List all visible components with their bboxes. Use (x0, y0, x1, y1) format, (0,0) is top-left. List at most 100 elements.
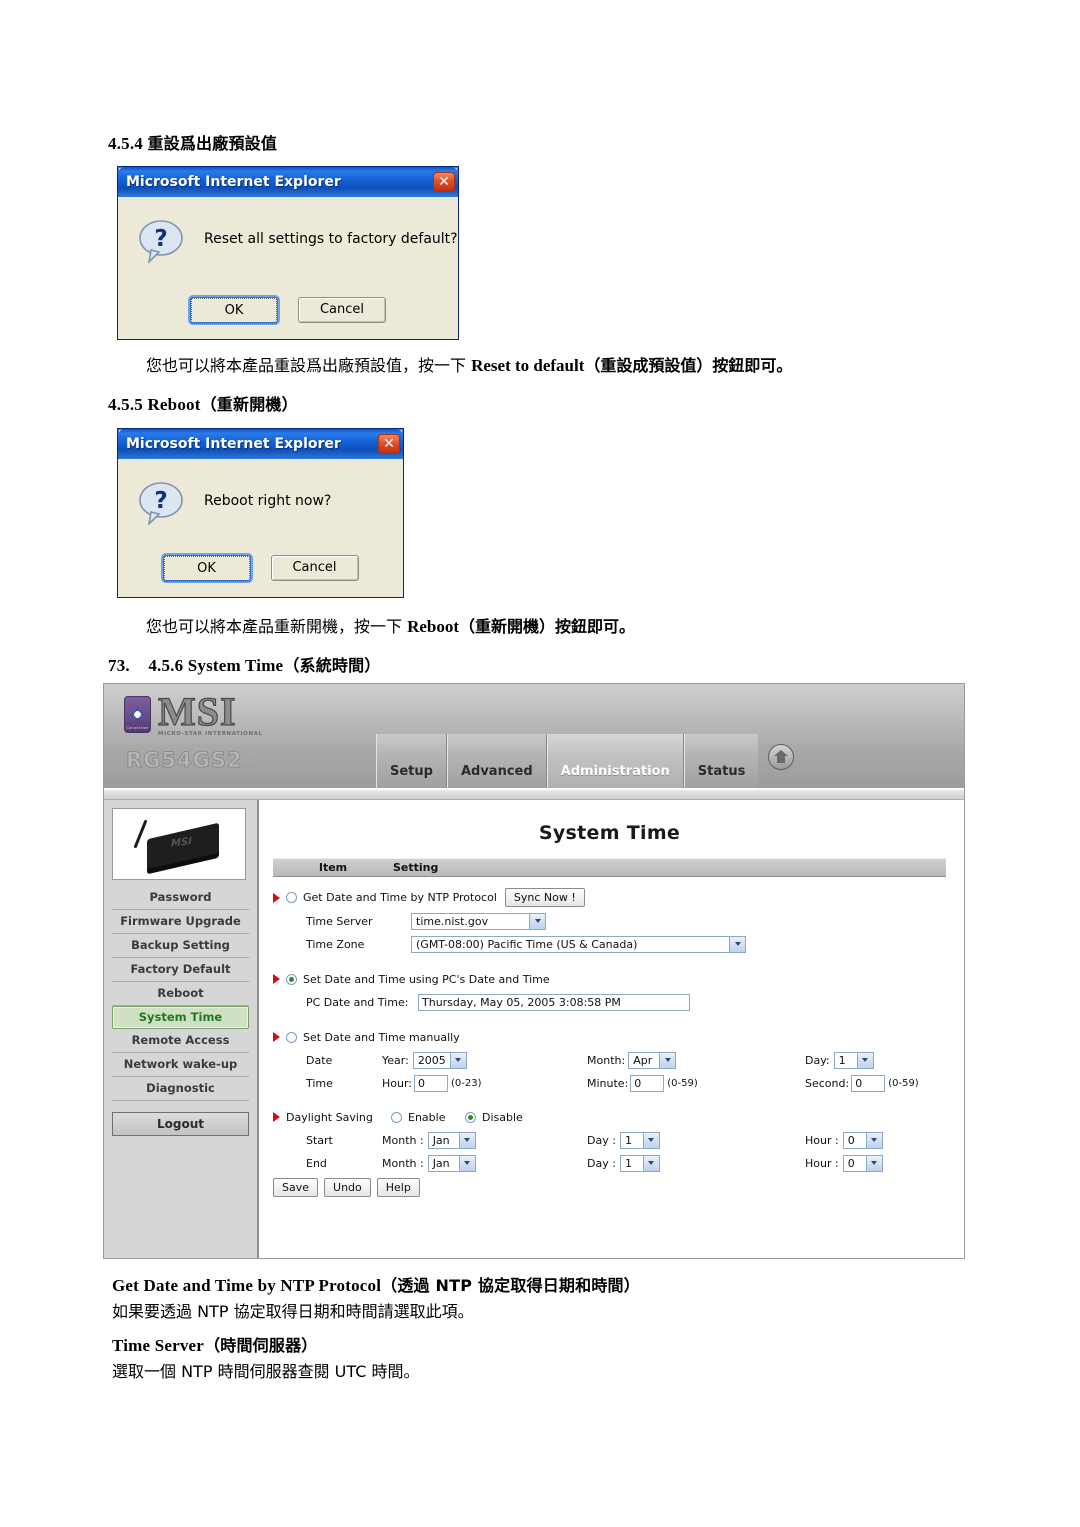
daylight-disable-group: Disable (465, 1111, 523, 1124)
time-server-select[interactable]: time.nist.gov (411, 912, 546, 930)
paragraph-4-5-4-lead: 您也可以將本產品重設爲出廠預設值，按一下 (146, 356, 472, 375)
dialog-title: Microsoft Internet Explorer (126, 174, 341, 190)
daylight-start-month-select[interactable]: Jan (427, 1131, 476, 1149)
sidebar-item-network-wake-up[interactable]: Network wake-up (112, 1053, 249, 1077)
help-button[interactable]: Help (376, 1178, 420, 1197)
time-server-label: Time Server (306, 914, 373, 928)
manual-radio[interactable] (286, 1031, 297, 1043)
pc-time-option-row: Set Date and Time using PC's Date and Ti… (273, 970, 946, 988)
daylight-end-hour-label: Hour : (805, 1156, 839, 1170)
daylight-end-hour-value: 0 (847, 1156, 855, 1170)
manual-minute-label: Minute: (587, 1076, 629, 1090)
sidebar-item-factory-default[interactable]: Factory Default (112, 958, 249, 982)
manual-time-section: Set Date and Time manually Date Year: 20… (273, 1028, 946, 1092)
heading-4-5-4: 4.5.4 重設爲出廠預設值 (108, 130, 277, 154)
cancel-button[interactable]: Cancel (270, 555, 359, 581)
sidebar-item-system-time[interactable]: System Time (112, 1006, 249, 1029)
dialog-titlebar: Microsoft Internet Explorer ✕ (118, 429, 403, 459)
close-icon[interactable]: ✕ (378, 434, 400, 454)
daylight-start-day-select[interactable]: 1 (619, 1131, 660, 1149)
desc-body-time-server-text: 選取一個 NTP 時間伺服器查閱 UTC 時間。 (112, 1362, 420, 1381)
undo-button[interactable]: Undo (324, 1178, 371, 1197)
paragraph-4-5-5: 您也可以將本產品重新開機，按一下 Reboot（重新開機）按鈕即可。 (146, 613, 635, 637)
sidebar-item-reboot[interactable]: Reboot (112, 982, 249, 1006)
daylight-saving-section: Daylight Saving Enable Disable Start Mon… (273, 1108, 946, 1197)
manual-minute-input[interactable]: 0 (630, 1074, 665, 1092)
close-icon[interactable]: ✕ (433, 172, 455, 192)
manual-option-row: Set Date and Time manually (273, 1028, 946, 1046)
desc-heading-ntp-en: Get Date and Time by NTP Protocol (112, 1276, 382, 1295)
router-model-label: RG54GS2 (126, 748, 243, 773)
manual-second-group: Second: 0 (0-59) (805, 1074, 919, 1092)
chevron-down-icon (865, 1155, 882, 1171)
paragraph-4-5-4-tail: （重設成預設值）按鈕即可。 (584, 356, 793, 375)
cancel-button[interactable]: Cancel (298, 297, 386, 323)
daylight-end-month-select[interactable]: Jan (427, 1154, 476, 1172)
manual-hour-label: Hour: (382, 1076, 413, 1090)
sync-now-button[interactable]: Sync Now ! (504, 888, 585, 907)
daylight-enable-radio[interactable] (391, 1111, 402, 1123)
daylight-start-hour-select[interactable]: 0 (842, 1131, 883, 1149)
chevron-down-icon (865, 1132, 882, 1148)
daylight-end-hour-group: Hour : 0 (805, 1154, 883, 1172)
time-zone-select[interactable]: (GMT-08:00) Pacific Time (US & Canada) (411, 935, 746, 953)
manual-minute-hint: (0-59) (667, 1077, 698, 1089)
tab-setup[interactable]: Setup (376, 734, 447, 788)
device-image (112, 808, 246, 880)
ok-button[interactable]: OK (162, 555, 251, 582)
tab-status[interactable]: Status (683, 734, 759, 788)
desc-heading-time-server-en: Time Server (112, 1336, 205, 1355)
ntp-label: Get Date and Time by NTP Protocol (303, 891, 497, 904)
column-header-setting: Setting (393, 861, 439, 874)
manual-day-select[interactable]: 1 (833, 1051, 874, 1069)
daylight-end-month-group: Month : Jan (382, 1154, 587, 1172)
desc-body-time-server: 選取一個 NTP 時間伺服器查閱 UTC 時間。 (112, 1358, 419, 1382)
manual-year-value: 2005 (417, 1053, 446, 1067)
svg-text:?: ? (154, 226, 167, 252)
manual-second-input[interactable]: 0 (851, 1074, 886, 1092)
sidebar-item-remote-access[interactable]: Remote Access (112, 1029, 249, 1053)
daylight-start-day-label: Day : (587, 1133, 616, 1147)
antenna-icon (133, 819, 148, 849)
manual-day-value: 1 (838, 1053, 846, 1067)
dialog-button-row: OK Cancel (118, 297, 458, 324)
chevron-down-icon (458, 1132, 475, 1148)
desc-heading-time-server-cjk: （時間伺服器） (204, 1336, 318, 1355)
daylight-end-day-select[interactable]: 1 (619, 1154, 660, 1172)
save-button[interactable]: Save (273, 1178, 319, 1197)
compass-star-icon (129, 706, 146, 723)
manual-hour-input[interactable]: 0 (414, 1074, 449, 1092)
time-server-value: time.nist.gov (416, 914, 489, 928)
pc-datetime-input[interactable]: Thursday, May 05, 2005 3:08:58 PM (418, 993, 690, 1011)
manual-month-select[interactable]: Apr (628, 1051, 677, 1069)
manual-year-select[interactable]: 2005 (412, 1051, 467, 1069)
tab-advanced[interactable]: Advanced (446, 734, 547, 788)
manual-month-group: Month: Apr (587, 1051, 805, 1069)
logout-button[interactable]: Logout (112, 1112, 249, 1136)
tab-administration[interactable]: Administration (546, 734, 684, 788)
daylight-end-month-label: Month : (382, 1156, 424, 1170)
document-page: 4.5.4 重設爲出廠預設值 Microsoft Internet Explor… (0, 0, 1080, 1527)
pc-time-radio[interactable] (286, 973, 297, 985)
main-nav: Setup Advanced Administration Status (376, 734, 808, 788)
sidebar-item-diagnostic[interactable]: Diagnostic (112, 1077, 249, 1101)
bullet-arrow-icon (273, 1032, 280, 1042)
header-divider (104, 790, 964, 800)
sidebar-item-password[interactable]: Password (112, 886, 249, 910)
ntp-radio[interactable] (286, 892, 297, 903)
sidebar-item-backup-setting[interactable]: Backup Setting (112, 934, 249, 958)
sidebar-item-firmware-upgrade[interactable]: Firmware Upgrade (112, 910, 249, 934)
manual-year-label: Year: (382, 1053, 409, 1067)
home-button[interactable] (758, 734, 808, 788)
msi-badge-icon: Connection (124, 696, 151, 733)
daylight-disable-radio[interactable] (465, 1111, 476, 1123)
manual-month-label: Month: (587, 1053, 626, 1067)
daylight-start-day-value: 1 (624, 1133, 632, 1147)
ok-button[interactable]: OK (190, 297, 278, 324)
daylight-start-day-group: Day : 1 (587, 1131, 805, 1149)
daylight-label: Daylight Saving (286, 1110, 373, 1124)
daylight-end-hour-select[interactable]: 0 (842, 1154, 883, 1172)
heading-4-5-6-title: 4.5.6 System Time (148, 656, 284, 675)
router-header: Connection MSI MICRO-STAR INTERNATIONAL … (104, 684, 964, 790)
daylight-enable-label: Enable (408, 1110, 446, 1124)
